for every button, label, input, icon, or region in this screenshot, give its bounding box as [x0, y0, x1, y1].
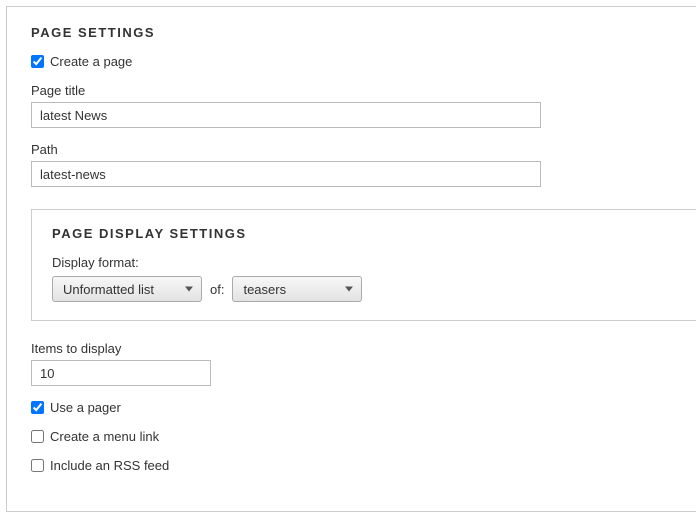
- use-pager-row: Use a pager: [31, 400, 672, 415]
- menu-link-label[interactable]: Create a menu link: [50, 429, 159, 444]
- create-page-label[interactable]: Create a page: [50, 54, 132, 69]
- rss-feed-label[interactable]: Include an RSS feed: [50, 458, 169, 473]
- menu-link-row: Create a menu link: [31, 429, 672, 444]
- row-style-value: teasers: [243, 282, 286, 297]
- path-label: Path: [31, 142, 672, 157]
- display-format-value: Unformatted list: [63, 282, 154, 297]
- chevron-down-icon: [185, 287, 193, 292]
- of-text: of:: [210, 282, 224, 297]
- items-to-display-input[interactable]: [31, 360, 211, 386]
- display-format-select[interactable]: Unformatted list: [52, 276, 202, 302]
- page-settings-panel: PAGE SETTINGS Create a page Page title P…: [6, 6, 696, 512]
- page-title-input[interactable]: [31, 102, 541, 128]
- use-pager-checkbox[interactable]: [31, 401, 44, 414]
- items-to-display-label: Items to display: [31, 341, 672, 356]
- path-input[interactable]: [31, 161, 541, 187]
- display-format-select-wrap: Unformatted list: [52, 276, 202, 302]
- display-settings-title: PAGE DISPLAY SETTINGS: [52, 226, 679, 241]
- row-style-select[interactable]: teasers: [232, 276, 362, 302]
- create-page-checkbox[interactable]: [31, 55, 44, 68]
- display-format-row: Unformatted list of: teasers: [52, 276, 679, 302]
- page-title-label: Page title: [31, 83, 672, 98]
- section-title: PAGE SETTINGS: [31, 25, 672, 40]
- menu-link-checkbox[interactable]: [31, 430, 44, 443]
- row-style-select-wrap: teasers: [232, 276, 362, 302]
- use-pager-label[interactable]: Use a pager: [50, 400, 121, 415]
- create-page-row: Create a page: [31, 54, 672, 69]
- page-display-settings-panel: PAGE DISPLAY SETTINGS Display format: Un…: [31, 209, 696, 321]
- rss-feed-row: Include an RSS feed: [31, 458, 672, 473]
- display-format-label: Display format:: [52, 255, 679, 270]
- chevron-down-icon: [345, 287, 353, 292]
- rss-feed-checkbox[interactable]: [31, 459, 44, 472]
